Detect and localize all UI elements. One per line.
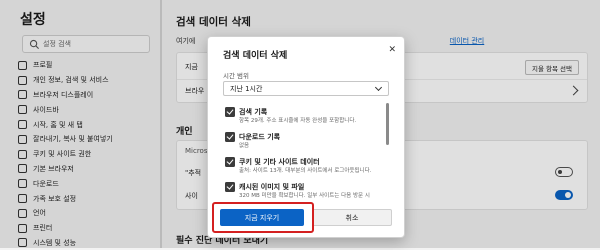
close-icon[interactable]: ✕ [388,45,396,55]
checkbox-checked-icon[interactable] [225,182,235,192]
time-range-select[interactable]: 지난 1시간 [223,81,389,96]
option-subtitle: 항목 29개. 주소 표시줄에 자동 완성을 포함합니다. [239,118,357,124]
checkbox-checked-icon[interactable] [225,107,235,117]
time-range-value: 지난 1시간 [230,84,263,93]
option-subtitle: 없음 [239,143,250,149]
data-type-list: 검색 기록 항목 29개. 주소 표시줄에 자동 완성을 포함합니다. 다운로드 기… [223,101,389,199]
dialog-title: 검색 데이터 삭제 [223,51,288,61]
checkbox-checked-icon[interactable] [225,157,235,167]
list-scrollbar[interactable] [386,103,389,145]
option-subtitle: 출처: 사이트 13개. 대부분의 사이트에서 로그아웃됩니다. [239,168,372,174]
option-subtitle: 320 MB 미만을 확보합니다. 일부 사이트는 다음 방문 시 [239,193,370,199]
highlight-box [212,202,314,233]
cancel-button[interactable]: 취소 [312,209,392,226]
checkbox-checked-icon[interactable] [225,132,235,142]
time-range-label: 시간 범위 [223,72,249,80]
chevron-down-icon [374,83,383,92]
